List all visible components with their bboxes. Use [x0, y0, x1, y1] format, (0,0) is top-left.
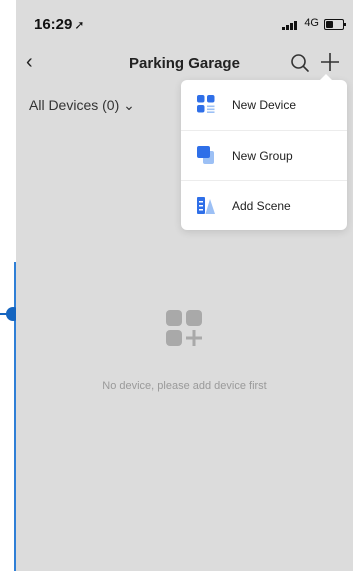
- status-time: 16:29 ➚: [34, 16, 85, 33]
- search-icon[interactable]: [289, 52, 311, 74]
- add-menu: New Device New Group Add Scene: [181, 74, 347, 231]
- signal-icon: [282, 20, 297, 30]
- empty-state-message: No device, please add device first: [102, 380, 267, 392]
- menu-item-add-scene[interactable]: Add Scene: [181, 180, 347, 231]
- menu-item-label: New Device: [232, 98, 297, 112]
- menu-item-label: New Group: [232, 149, 293, 163]
- location-icon: ➚: [74, 18, 85, 32]
- menu-item-label: Add Scene: [232, 199, 291, 213]
- nav-bar: ‹ Parking Garage: [16, 44, 353, 80]
- menu-item-new-group[interactable]: New Group: [181, 130, 347, 181]
- device-filter-label: All Devices (0): [29, 97, 120, 113]
- chevron-down-icon: ⌄: [123, 97, 135, 113]
- add-scene-icon: [197, 197, 215, 214]
- add-icon[interactable]: [319, 51, 341, 73]
- network-label: 4G: [304, 17, 319, 29]
- phone-screen: 16:29 ➚ 4G ‹ Parking Garage All Devices (…: [16, 0, 353, 571]
- new-device-icon: [197, 95, 215, 113]
- status-bar: 16:29 ➚ 4G: [16, 0, 353, 44]
- battery-icon: [324, 19, 346, 30]
- new-group-icon: [197, 146, 214, 164]
- add-device-placeholder-icon: [166, 310, 202, 346]
- device-filter-dropdown[interactable]: All Devices (0) ⌄: [29, 97, 135, 114]
- menu-item-new-device[interactable]: New Device: [181, 80, 347, 130]
